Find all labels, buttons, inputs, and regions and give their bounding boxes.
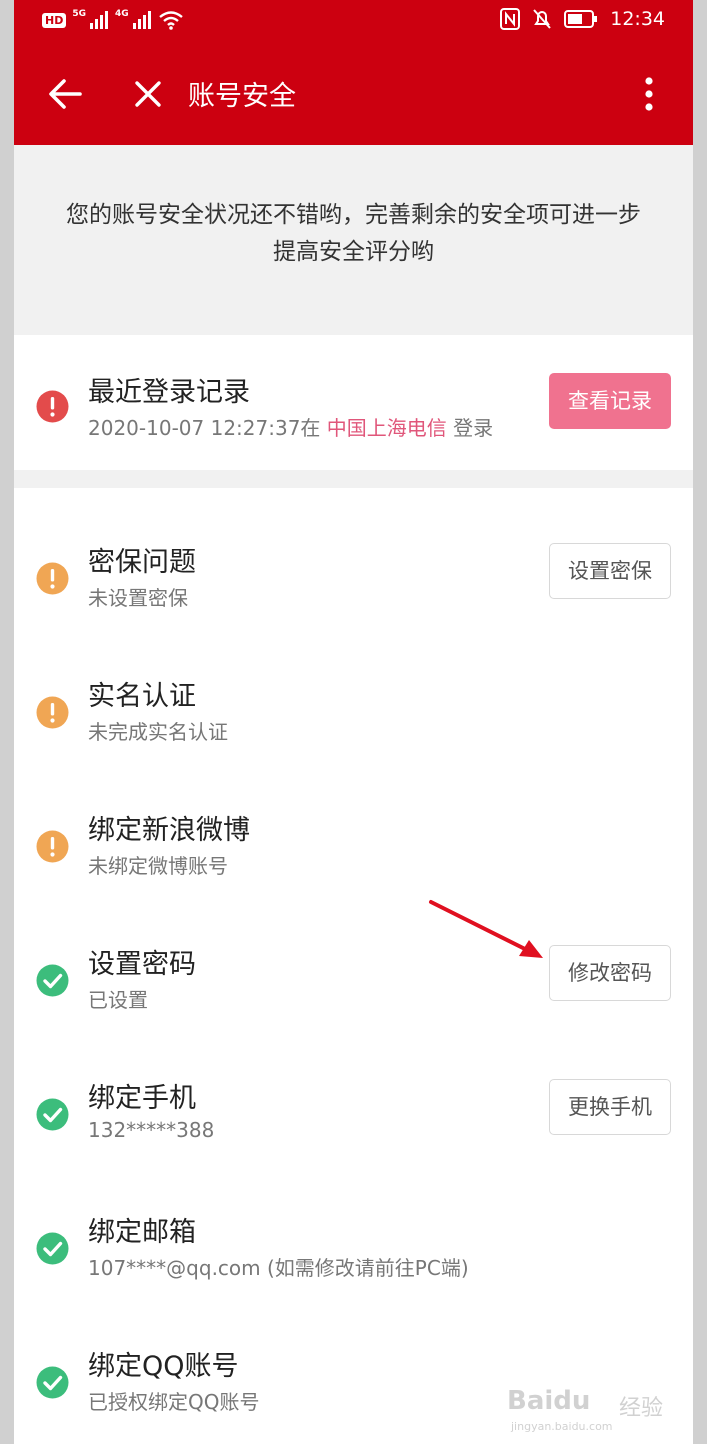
security-item-status: 已授权绑定QQ账号	[88, 1390, 260, 1414]
security-item-action-button[interactable]: 设置密保	[549, 543, 671, 599]
app-bar: HD 5G 4G 12:34 账号安全	[14, 0, 693, 145]
security-item-row: 绑定手机 132*****388 更换手机	[14, 1052, 693, 1162]
security-item-title: 绑定邮箱	[88, 1217, 196, 1248]
check-icon	[36, 964, 69, 997]
more-vertical-icon	[645, 77, 653, 111]
security-item-row: 绑定邮箱 107****@qq.com (如需修改请前往PC端)	[14, 1186, 693, 1296]
nfc-icon	[500, 8, 521, 30]
security-item-title: 绑定手机	[88, 1083, 196, 1114]
close-button[interactable]	[124, 70, 172, 118]
login-suffix: 登录	[453, 416, 494, 440]
security-item-status: 107****@qq.com (如需修改请前往PC端)	[88, 1256, 469, 1280]
arrow-left-icon	[49, 79, 82, 109]
check-icon	[36, 1232, 69, 1265]
security-item-title: 绑定QQ账号	[88, 1351, 239, 1382]
security-item-row: 绑定新浪微博未绑定微博账号	[14, 784, 693, 894]
security-summary: 您的账号安全状况还不错哟，完善剩余的安全项可进一步提高安全评分哟	[14, 145, 693, 335]
more-menu-button[interactable]	[625, 70, 673, 118]
login-time: 2020-10-07 12:27:37在	[88, 416, 321, 440]
security-item-title: 密保问题	[88, 547, 196, 578]
security-item-title: 实名认证	[88, 681, 196, 712]
security-item-action-button[interactable]: 更换手机	[549, 1079, 671, 1135]
wifi-icon	[158, 11, 183, 30]
security-item-status: 未设置密保	[88, 586, 188, 610]
error-icon	[36, 390, 69, 423]
recent-login-title: 最近登录记录	[88, 377, 250, 408]
battery-icon	[564, 10, 598, 28]
signal-1-label: 5G	[72, 9, 86, 19]
security-item-status: 已设置	[88, 988, 148, 1012]
security-item-action-button[interactable]: 修改密码	[549, 945, 671, 1001]
toolbar: 账号安全	[14, 56, 693, 136]
baidu-watermark: Baidu 经验 jingyan.baidu.com	[507, 1384, 677, 1438]
status-right: 12:34	[500, 8, 665, 30]
signal-2-label: 4G	[115, 9, 129, 19]
recent-login-detail: 2020-10-07 12:27:37在 中国上海电信 登录	[88, 412, 493, 441]
phone-screen: HD 5G 4G 12:34 账号安全 您的账号安全状况还不错哟，完善剩余的安全…	[14, 0, 693, 1444]
security-item-title: 绑定新浪微博	[88, 815, 250, 846]
signal-bars-icon	[90, 11, 108, 29]
security-item-status: 132*****388	[88, 1118, 215, 1142]
section-divider	[14, 470, 693, 488]
hd-badge: HD	[42, 12, 67, 28]
warning-icon	[36, 830, 69, 863]
close-icon	[135, 81, 161, 107]
status-bar: HD 5G 4G 12:34	[14, 0, 693, 44]
page-title: 账号安全	[188, 81, 296, 112]
watermark-url: jingyan.baidu.com	[511, 1420, 613, 1433]
security-item-row: 密保问题未设置密保 设置密保	[14, 516, 693, 626]
check-icon	[36, 1098, 69, 1131]
login-location: 中国上海电信	[326, 416, 447, 440]
security-item-row: 实名认证未完成实名认证	[14, 650, 693, 760]
clock: 12:34	[610, 8, 665, 30]
signal-bars-icon	[132, 11, 151, 29]
warning-icon	[36, 696, 69, 729]
security-item-status: 未完成实名认证	[88, 720, 228, 744]
warning-icon	[36, 562, 69, 595]
recent-login-row: 最近登录记录 2020-10-07 12:27:37在 中国上海电信 登录 查看…	[14, 346, 693, 456]
security-item-status: 未绑定微博账号	[88, 854, 228, 878]
watermark-brand: Baidu	[507, 1386, 591, 1416]
status-left: HD 5G 4G	[42, 9, 184, 30]
watermark-brand-cn: 经验	[619, 1396, 664, 1421]
mute-icon	[533, 9, 551, 29]
security-item-title: 设置密码	[88, 949, 196, 980]
check-icon	[36, 1366, 69, 1399]
security-summary-text: 您的账号安全状况还不错哟，完善剩余的安全项可进一步提高安全评分哟	[66, 202, 641, 265]
back-button[interactable]	[42, 70, 90, 118]
view-records-button[interactable]: 查看记录	[549, 373, 671, 429]
security-item-row: 设置密码已设置 修改密码	[14, 918, 693, 1028]
annotation-arrow	[429, 900, 543, 958]
